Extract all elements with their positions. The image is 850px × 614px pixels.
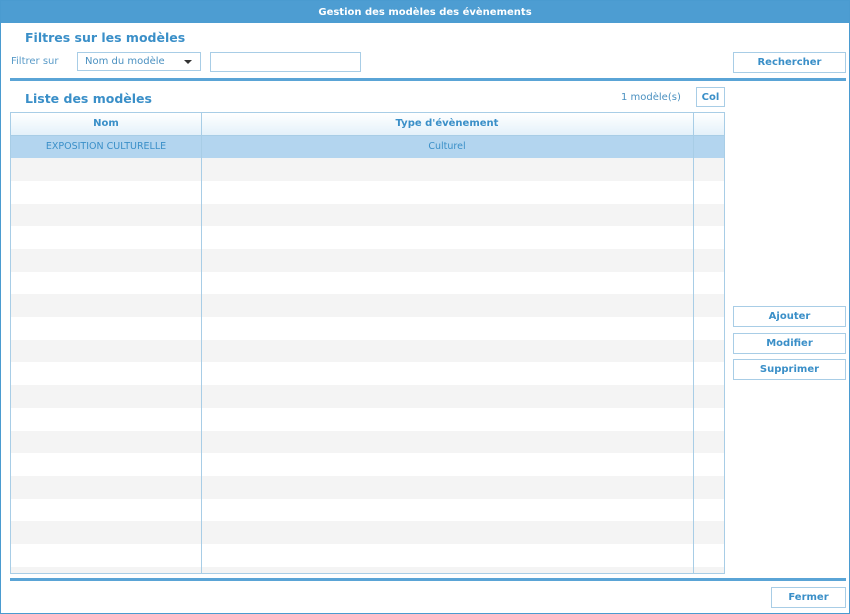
empty-table-row — [11, 294, 724, 318]
models-table: Nom Type d'évènement EXPOSITION CULTUREL… — [10, 112, 725, 574]
search-input[interactable] — [210, 52, 361, 72]
table-cell-name: EXPOSITION CULTURELLE — [45, 140, 167, 152]
delete-button[interactable]: Supprimer — [733, 359, 846, 380]
window-title: Gestion des modèles des évènements — [1, 1, 849, 23]
close-button[interactable]: Fermer — [771, 587, 846, 608]
empty-table-row — [11, 203, 724, 227]
empty-table-row — [11, 317, 724, 340]
dialog-window: Gestion des modèles des évènements Filtr… — [0, 0, 850, 614]
column-header-type[interactable]: Type d'évènement — [201, 113, 693, 135]
column-header-name[interactable]: Nom — [11, 113, 201, 135]
divider — [10, 78, 846, 81]
table-cell-type: Culturel — [428, 140, 466, 152]
edit-button[interactable]: Modifier — [733, 333, 846, 354]
empty-table-row — [11, 339, 724, 363]
empty-table-row — [11, 181, 724, 204]
empty-table-row — [11, 476, 724, 499]
add-button[interactable]: Ajouter — [733, 306, 846, 327]
table-row[interactable]: EXPOSITION CULTURELLE Culturel — [11, 135, 724, 159]
empty-table-row — [11, 430, 724, 454]
empty-table-row — [11, 272, 724, 295]
filters-section-title: Filtres sur les modèles — [25, 30, 186, 45]
divider — [10, 578, 846, 581]
column-divider — [693, 113, 694, 573]
column-divider — [201, 113, 202, 573]
empty-table-row — [11, 408, 724, 431]
empty-table-row — [11, 385, 724, 408]
empty-table-row — [11, 521, 724, 545]
filter-field-select-value: Nom du modèle — [85, 56, 165, 67]
empty-table-row — [11, 158, 724, 181]
search-button[interactable]: Rechercher — [733, 52, 846, 73]
empty-table-row — [11, 499, 724, 522]
empty-table-row — [11, 249, 724, 272]
chevron-down-icon — [184, 60, 192, 64]
columns-button[interactable]: Col — [696, 87, 725, 107]
filter-label: Filtrer sur — [11, 56, 59, 67]
empty-table-row — [11, 453, 724, 476]
filter-field-select[interactable]: Nom du modèle — [77, 52, 201, 71]
list-section-title: Liste des modèles — [25, 91, 152, 106]
empty-table-row — [11, 544, 724, 567]
empty-table-row — [11, 566, 724, 573]
model-count: 1 modèle(s) — [621, 92, 681, 103]
table-header: Nom Type d'évènement — [11, 113, 724, 136]
empty-table-row — [11, 226, 724, 249]
empty-table-row — [11, 363, 724, 386]
